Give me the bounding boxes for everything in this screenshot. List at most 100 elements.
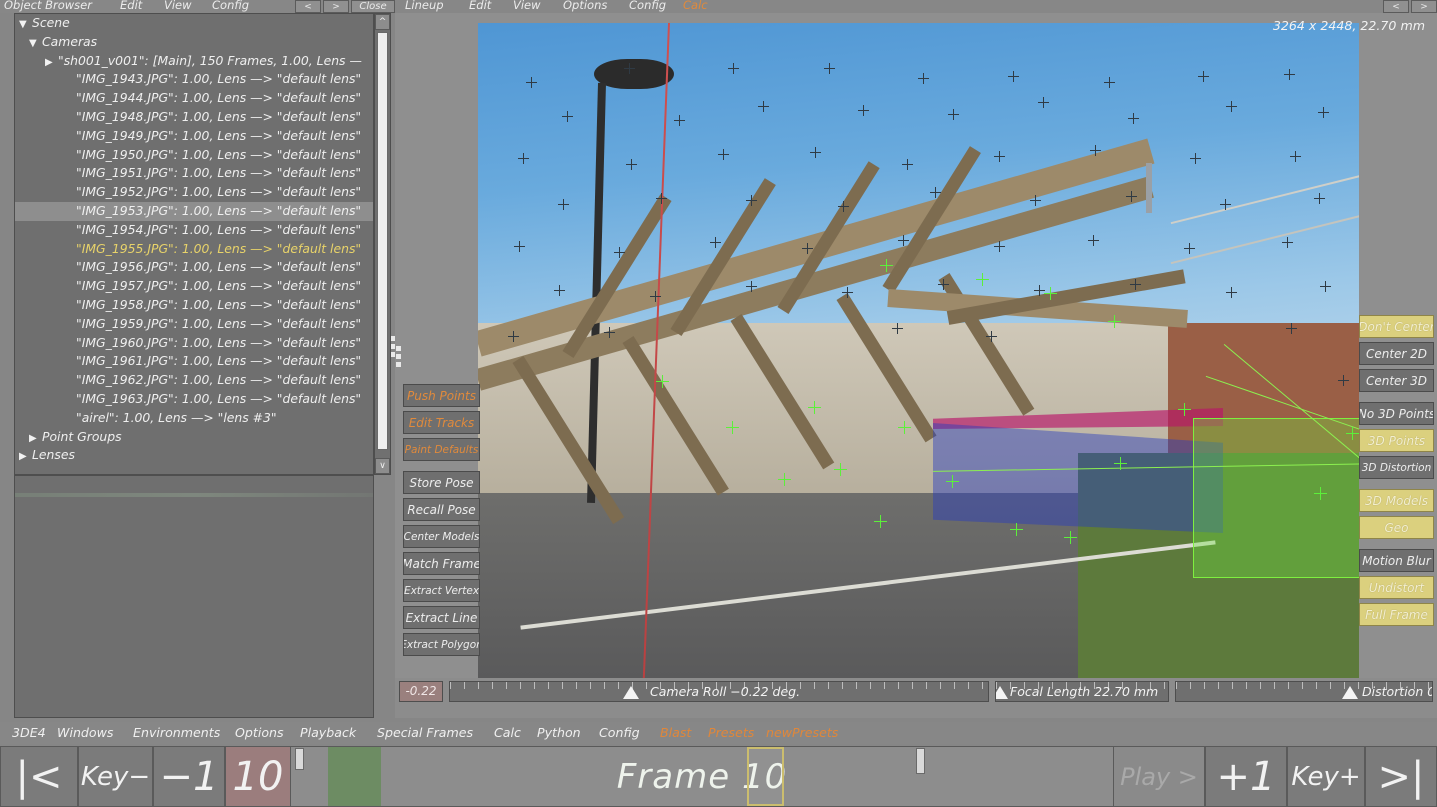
menu-object-browser[interactable]: Object Browser: [4, 0, 92, 12]
tool-center-2d-button[interactable]: Center 2D: [1359, 342, 1434, 365]
close-button[interactable]: Close: [351, 0, 395, 13]
menu-options[interactable]: Options: [563, 0, 607, 12]
tree-item[interactable]: "IMG_1958.JPG": 1.00, Lens —> "default l…: [15, 296, 373, 315]
menu-edit[interactable]: Edit: [469, 0, 491, 12]
tool-match-frame-button[interactable]: Match Frame: [403, 552, 480, 575]
tree-item[interactable]: "IMG_1950.JPG": 1.00, Lens —> "default l…: [15, 146, 373, 165]
next-button[interactable]: >: [323, 0, 349, 13]
prev-button[interactable]: <: [1383, 0, 1409, 13]
tool-center-3d-button[interactable]: Center 3D: [1359, 369, 1434, 392]
scrollbar-thumb[interactable]: [377, 32, 388, 450]
camera-roll-value[interactable]: -0.22: [399, 680, 443, 702]
tree-item[interactable]: ▼ Scene: [15, 14, 373, 33]
tool-don-t-center-button[interactable]: Don't Center: [1359, 315, 1434, 338]
last-frame-button[interactable]: >|: [1365, 746, 1437, 807]
tree-item[interactable]: "IMG_1944.JPG": 1.00, Lens —> "default l…: [15, 89, 373, 108]
tree-item[interactable]: "IMG_1948.JPG": 1.00, Lens —> "default l…: [15, 108, 373, 127]
tree-item[interactable]: ▶ Lenses: [15, 446, 373, 465]
timeline-track[interactable]: Frame 10: [291, 746, 1113, 807]
triangle-right-icon[interactable]: ▶: [45, 54, 58, 73]
tool-extract-vertex-button[interactable]: Extract Vertex: [403, 579, 480, 602]
tree-item[interactable]: "IMG_1963.JPG": 1.00, Lens —> "default l…: [15, 390, 373, 409]
tool-push-points-button[interactable]: Push Points: [403, 384, 480, 407]
tree-item[interactable]: "IMG_1960.JPG": 1.00, Lens —> "default l…: [15, 334, 373, 353]
step-back-button[interactable]: −1: [153, 746, 225, 807]
triangle-down-icon[interactable]: ▼: [29, 35, 42, 54]
tool-extract-polygon-button[interactable]: Extract Polygon: [403, 633, 480, 656]
menu-options[interactable]: Options: [235, 725, 284, 740]
tool-3d-models-button[interactable]: 3D Models: [1359, 489, 1434, 512]
next-key-button[interactable]: Key+: [1287, 746, 1365, 807]
tree-item[interactable]: "airel": 1.00, Lens —> "lens #3": [15, 409, 373, 428]
menu-calc[interactable]: Calc: [683, 0, 708, 12]
tree-item[interactable]: "IMG_1962.JPG": 1.00, Lens —> "default l…: [15, 371, 373, 390]
focal-length-slider[interactable]: Focal Length 22.70 mm: [995, 680, 1169, 702]
menu-windows[interactable]: Windows: [57, 725, 114, 740]
prev-button[interactable]: <: [295, 0, 321, 13]
camera-roll-slider[interactable]: Camera Roll −0.22 deg.: [449, 680, 989, 702]
scroll-up-icon[interactable]: ^: [375, 14, 390, 30]
distortion-slider[interactable]: Distortion 0.0000: [1175, 680, 1433, 702]
tree-item[interactable]: "IMG_1955.JPG": 1.00, Lens —> "default l…: [15, 240, 373, 259]
tree-item[interactable]: "IMG_1949.JPG": 1.00, Lens —> "default l…: [15, 127, 373, 146]
menu-config[interactable]: Config: [212, 0, 249, 12]
tree-item[interactable]: "IMG_1959.JPG": 1.00, Lens —> "default l…: [15, 315, 373, 334]
menu-python[interactable]: Python: [537, 725, 581, 740]
tree-item[interactable]: "IMG_1957.JPG": 1.00, Lens —> "default l…: [15, 277, 373, 296]
tool-3d-points-button[interactable]: 3D Points: [1359, 429, 1434, 452]
tool-store-pose-button[interactable]: Store Pose: [403, 471, 480, 494]
play-button[interactable]: Play >: [1113, 746, 1205, 807]
menu-lineup[interactable]: Lineup: [405, 0, 444, 12]
menu-config[interactable]: Config: [599, 725, 640, 740]
menu-environments[interactable]: Environments: [133, 725, 220, 740]
tool-no-3d-points-button[interactable]: No 3D Points: [1359, 402, 1434, 425]
lineup-viewport[interactable]: 3264 x 2448, 22.70 mm Push Points Edit Tr…: [395, 13, 1437, 678]
tree-item[interactable]: "IMG_1943.JPG": 1.00, Lens —> "default l…: [15, 70, 373, 89]
tree-item[interactable]: "IMG_1952.JPG": 1.00, Lens —> "default l…: [15, 183, 373, 202]
object-browser-lower-pane: [14, 475, 374, 718]
menu-blast[interactable]: Blast: [660, 725, 691, 740]
tool-recall-pose-button[interactable]: Recall Pose: [403, 498, 480, 521]
tool-undistort-button[interactable]: Undistort: [1359, 576, 1434, 599]
menu-special-frames[interactable]: Special Frames: [377, 725, 473, 740]
triangle-down-icon[interactable]: ▼: [19, 16, 32, 35]
current-frame-display[interactable]: 10: [225, 746, 291, 807]
previous-key-button[interactable]: Key−: [78, 746, 153, 807]
tool-geo-button[interactable]: Geo: [1359, 516, 1434, 539]
first-frame-button[interactable]: |<: [0, 746, 78, 807]
scene-tree[interactable]: ▼ Scene ▼ Cameras ▶ "sh001_v001": [Main], 150…: [14, 13, 374, 475]
tool-center-models-button[interactable]: Center Models: [403, 525, 480, 548]
tree-item[interactable]: "IMG_1961.JPG": 1.00, Lens —> "default l…: [15, 352, 373, 371]
menu-view[interactable]: View: [164, 0, 192, 12]
scroll-down-icon[interactable]: ∨: [375, 458, 390, 474]
tree-item[interactable]: ▼ Cameras: [15, 33, 373, 52]
menu-view[interactable]: View: [513, 0, 541, 12]
tree-item[interactable]: ▶ "sh001_v001": [Main], 150 Frames, 1.00,…: [15, 52, 373, 71]
scene-tree-scrollbar[interactable]: ^ ∨: [374, 13, 391, 475]
tool-motion-blur-button[interactable]: Motion Blur: [1359, 549, 1434, 572]
triangle-right-icon[interactable]: ▶: [19, 448, 32, 467]
timeline-playhead-end[interactable]: [915, 748, 925, 774]
tool-3d-distortion-button[interactable]: 3D Distortion: [1359, 456, 1434, 479]
menu-config[interactable]: Config: [629, 0, 666, 12]
tool-edit-tracks-button[interactable]: Edit Tracks: [403, 411, 480, 434]
menu-3de4[interactable]: 3DE4: [12, 725, 46, 740]
menu-new-presets[interactable]: newPresets: [766, 725, 838, 740]
step-forward-button[interactable]: +1: [1205, 746, 1287, 807]
next-button[interactable]: >: [1411, 0, 1437, 13]
viewport-splitter-handle[interactable]: [395, 346, 402, 367]
timeline-current-frame-marker[interactable]: [747, 747, 785, 806]
menu-edit[interactable]: Edit: [120, 0, 142, 12]
tool-extract-line-button[interactable]: Extract Line: [403, 606, 480, 629]
menu-playback[interactable]: Playback: [300, 725, 356, 740]
tree-item[interactable]: "IMG_1954.JPG": 1.00, Lens —> "default l…: [15, 221, 373, 240]
tool-paint-defaults-button[interactable]: Paint Defaults: [403, 438, 480, 461]
menu-presets[interactable]: Presets: [708, 725, 754, 740]
tree-item[interactable]: "IMG_1951.JPG": 1.00, Lens —> "default l…: [15, 164, 373, 183]
tree-item-label: "IMG_1957.JPG": 1.00, Lens —> "default l…: [76, 278, 362, 294]
menu-calc[interactable]: Calc: [494, 725, 521, 740]
tool-full-frame-button[interactable]: Full Frame: [1359, 603, 1434, 626]
tree-item[interactable]: ▶ Point Groups: [15, 428, 373, 447]
tree-item[interactable]: "IMG_1953.JPG": 1.00, Lens —> "default l…: [15, 201, 373, 221]
tree-item[interactable]: "IMG_1956.JPG": 1.00, Lens —> "default l…: [15, 258, 373, 277]
